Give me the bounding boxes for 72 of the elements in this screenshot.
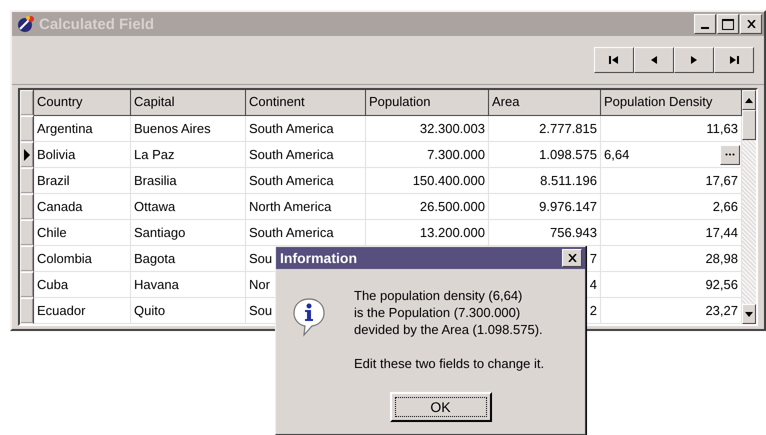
scroll-down-button[interactable] xyxy=(742,304,756,324)
table-cell: South America xyxy=(246,168,366,194)
minimize-button[interactable] xyxy=(694,14,716,34)
row-indicator[interactable] xyxy=(20,168,34,194)
table-cell: 2.777.815 xyxy=(489,116,601,142)
table-cell: La Paz xyxy=(131,142,246,168)
app-icon xyxy=(16,15,36,33)
minimize-icon xyxy=(701,27,709,29)
table-cell: 26.500.000 xyxy=(366,194,489,220)
vertical-scrollbar[interactable] xyxy=(742,90,756,324)
table-cell: Ottawa xyxy=(131,194,246,220)
close-button[interactable] xyxy=(740,14,762,34)
table-cell: 1.098.575 xyxy=(489,142,601,168)
table-cell: Chile xyxy=(34,220,131,246)
maximize-button[interactable] xyxy=(717,14,739,34)
scroll-up-button[interactable] xyxy=(742,90,756,110)
table-cell: Bolivia xyxy=(34,142,131,168)
column-header[interactable]: Area xyxy=(489,90,601,116)
table-cell: 9.976.147 xyxy=(489,194,601,220)
table-cell: North America xyxy=(246,194,366,220)
next-record-button[interactable] xyxy=(674,47,714,73)
row-indicator[interactable] xyxy=(20,220,34,246)
table-cell: 150.400.000 xyxy=(366,168,489,194)
ellipsis-icon xyxy=(725,153,735,156)
table-cell: Quito xyxy=(131,298,246,324)
table-cell: Buenos Aires xyxy=(131,116,246,142)
skip-last-icon xyxy=(728,55,740,65)
row-indicator[interactable] xyxy=(20,142,34,168)
table-cell: Brasilia xyxy=(131,168,246,194)
ellipsis-button[interactable] xyxy=(720,144,740,164)
table-cell: Ecuador xyxy=(34,298,131,324)
close-icon xyxy=(746,20,756,28)
info-icon xyxy=(292,297,326,337)
close-button[interactable] xyxy=(562,249,582,267)
ok-button[interactable]: OK xyxy=(390,392,492,422)
table-cell: Argentina xyxy=(34,116,131,142)
table-cell: South America xyxy=(246,142,366,168)
table-cell: Canada xyxy=(34,194,131,220)
scrollbar-thumb[interactable] xyxy=(742,110,756,140)
table-cell: 7.300.000 xyxy=(366,142,489,168)
scroll-up-icon xyxy=(745,98,753,102)
table-cell: Havana xyxy=(131,272,246,298)
table-cell: Santiago xyxy=(131,220,246,246)
close-icon xyxy=(568,254,576,262)
dialog-title: Information xyxy=(280,250,357,266)
table-cell: 8.511.196 xyxy=(489,168,601,194)
table-cell: South America xyxy=(246,116,366,142)
row-indicator[interactable] xyxy=(20,272,34,298)
row-indicator[interactable] xyxy=(20,194,34,220)
current-row-arrow-icon xyxy=(24,148,30,160)
scroll-down-icon xyxy=(745,312,753,316)
column-header[interactable]: Population Density xyxy=(601,90,742,116)
row-indicator[interactable] xyxy=(20,116,34,142)
column-header[interactable]: Country xyxy=(34,90,131,116)
dialog-hint: Edit these two fields to change it. xyxy=(354,355,544,372)
table-cell: Colombia xyxy=(34,246,131,272)
table-cell: Bagota xyxy=(131,246,246,272)
table-cell: 32.300.003 xyxy=(366,116,489,142)
row-indicator[interactable] xyxy=(20,298,34,324)
first-record-button[interactable] xyxy=(594,47,634,73)
cell-editor-field[interactable]: 6,64 xyxy=(604,145,630,164)
row-indicator[interactable] xyxy=(20,246,34,272)
column-header[interactable]: Capital xyxy=(131,90,246,116)
previous-record-button[interactable] xyxy=(634,47,674,73)
column-header[interactable]: Population xyxy=(366,90,489,116)
column-header[interactable]: Continent xyxy=(246,90,366,116)
skip-first-icon xyxy=(608,55,620,65)
maximize-icon xyxy=(722,18,734,30)
table-cell: Cuba xyxy=(34,272,131,298)
last-record-button[interactable] xyxy=(714,47,754,73)
table-cell: Brazil xyxy=(34,168,131,194)
editing-cell[interactable]: 6,64 xyxy=(601,142,742,168)
